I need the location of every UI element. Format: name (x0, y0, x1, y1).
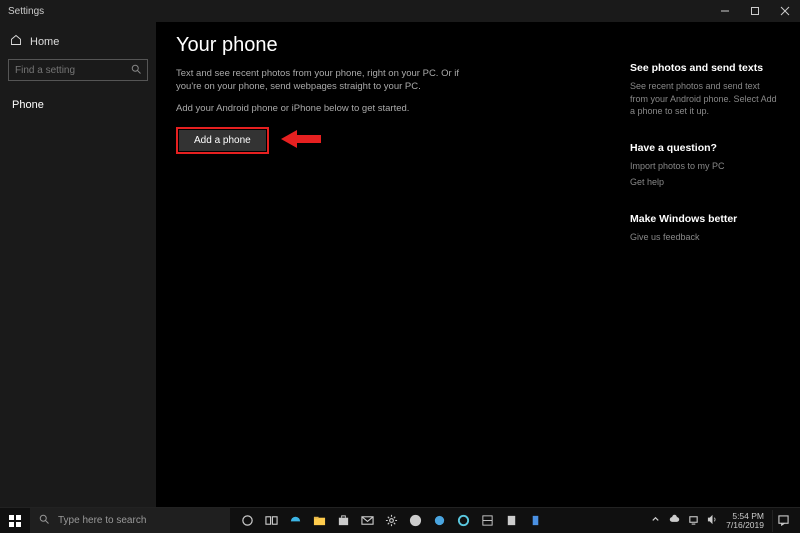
app-icon-4[interactable] (500, 510, 522, 532)
tray-chevron-icon[interactable] (650, 514, 661, 527)
clock-date: 7/16/2019 (726, 521, 764, 530)
rail-link-feedback[interactable]: Give us feedback (630, 231, 780, 244)
sidebar-search[interactable] (8, 59, 148, 81)
rail-title-feedback: Make Windows better (630, 213, 780, 225)
rail-link-import[interactable]: Import photos to my PC (630, 160, 780, 173)
main-content: Your phone Text and see recent photos fr… (156, 22, 800, 507)
page-title: Your phone (176, 34, 630, 57)
start-button[interactable] (0, 508, 30, 533)
window-controls (710, 0, 800, 22)
system-tray: 5:54 PM 7/16/2019 (650, 510, 800, 532)
settings-sidebar: Home Phone (0, 22, 156, 507)
task-view-icon[interactable] (260, 510, 282, 532)
window-title: Settings (8, 6, 44, 17)
tray-cloud-icon[interactable] (669, 514, 680, 527)
app-icon-5[interactable] (524, 510, 546, 532)
sidebar-item-label: Phone (12, 99, 44, 111)
annotation-arrow-icon (281, 128, 321, 153)
sidebar-home[interactable]: Home (0, 28, 156, 55)
taskbar: Type here to search 5:54 PM 7/16/2019 (0, 507, 800, 533)
sidebar-item-phone[interactable]: Phone (0, 91, 156, 119)
search-icon (130, 63, 142, 78)
home-icon (10, 34, 22, 49)
mail-icon[interactable] (356, 510, 378, 532)
rail-text-photos: See recent photos and send text from you… (630, 80, 780, 118)
store-icon[interactable] (332, 510, 354, 532)
right-rail: See photos and send texts See recent pho… (630, 34, 780, 507)
taskbar-clock[interactable]: 5:54 PM 7/16/2019 (726, 512, 764, 530)
maximize-button[interactable] (740, 0, 770, 22)
window-titlebar: Settings (0, 0, 800, 22)
rail-title-photos: See photos and send texts (630, 62, 780, 74)
edge-icon[interactable] (284, 510, 306, 532)
settings-icon[interactable] (380, 510, 402, 532)
app-icon-2[interactable] (452, 510, 474, 532)
rail-title-question: Have a question? (630, 142, 780, 154)
app-icon-1[interactable] (428, 510, 450, 532)
home-label: Home (30, 36, 59, 48)
page-description-2: Add your Android phone or iPhone below t… (176, 102, 466, 115)
minimize-button[interactable] (710, 0, 740, 22)
rail-link-help[interactable]: Get help (630, 176, 780, 189)
page-description-1: Text and see recent photos from your pho… (176, 67, 466, 94)
taskbar-search[interactable]: Type here to search (30, 508, 230, 533)
xbox-icon[interactable] (404, 510, 426, 532)
action-center-icon[interactable] (772, 510, 794, 532)
tray-volume-icon[interactable] (707, 514, 718, 527)
search-input[interactable] (8, 59, 148, 81)
app-icon-3[interactable] (476, 510, 498, 532)
add-phone-button[interactable]: Add a phone (176, 127, 269, 154)
search-icon (38, 513, 50, 528)
close-button[interactable] (770, 0, 800, 22)
tray-network-icon[interactable] (688, 514, 699, 527)
taskbar-apps (236, 508, 546, 533)
taskbar-search-placeholder: Type here to search (58, 515, 146, 526)
file-explorer-icon[interactable] (308, 510, 330, 532)
cortana-icon[interactable] (236, 510, 258, 532)
